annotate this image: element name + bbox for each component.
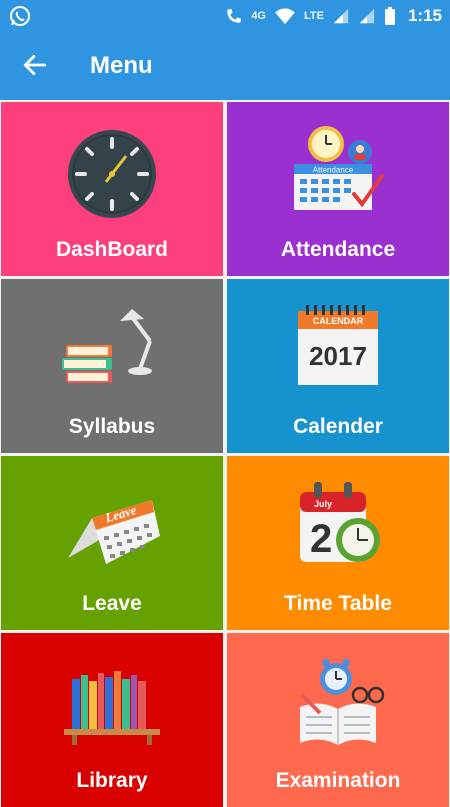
clock-time: 1:15	[407, 6, 442, 25]
call-icon	[227, 9, 242, 23]
timetable-icon-month: July	[314, 499, 332, 509]
timetable-icon: July 2	[300, 482, 380, 562]
menu-label: Examination	[275, 769, 401, 792]
calendar-icon-label: CALENDAR	[313, 316, 364, 326]
menu-label: Leave	[82, 592, 142, 615]
menu-grid: DashBoard Attendance Attendance Syllabus…	[0, 100, 450, 807]
menu-label: Calender	[293, 415, 383, 438]
timetable-icon-day: 2	[310, 517, 332, 561]
bookshelf-icon	[64, 671, 160, 745]
lte-label: LTE	[304, 10, 324, 22]
menu-tile-timetable[interactable]: July 2 Time Table	[227, 456, 449, 630]
battery-icon	[384, 7, 395, 25]
wifi-icon	[275, 8, 295, 25]
menu-tile-dashboard[interactable]: DashBoard	[1, 102, 223, 276]
menu-label: Syllabus	[68, 415, 156, 438]
back-arrow-icon[interactable]	[22, 52, 48, 78]
status-bar: 4G LTE 1:15	[0, 0, 450, 32]
signal-icon	[333, 8, 349, 24]
attendance-icon: Attendance	[294, 126, 384, 210]
menu-label: Time Table	[284, 592, 392, 615]
network-type: 4G	[251, 10, 266, 22]
leave-calendar-icon: Leave	[68, 500, 160, 564]
menu-label: Attendance	[280, 238, 396, 261]
exam-icon	[300, 659, 385, 745]
attendance-icon-text: Attendance	[313, 166, 354, 175]
app-bar: Menu	[0, 32, 450, 100]
whatsapp-icon	[10, 6, 30, 26]
books-lamp-icon	[62, 309, 152, 383]
page-title: Menu	[90, 52, 153, 79]
clock-icon	[68, 130, 156, 218]
calendar-2017-icon: CALENDAR 2017	[298, 305, 378, 385]
menu-tile-syllabus[interactable]: Syllabus	[1, 279, 223, 453]
menu-tile-calender[interactable]: CALENDAR 2017 Calender	[227, 279, 449, 453]
menu-tile-leave[interactable]: Leave Leave	[1, 456, 223, 630]
menu-tile-examination[interactable]: Examination	[227, 633, 449, 807]
menu-label: Library	[76, 769, 148, 792]
menu-label: DashBoard	[55, 238, 169, 261]
calendar-icon-year: 2017	[309, 341, 367, 371]
menu-tile-attendance[interactable]: Attendance Attendance	[227, 102, 449, 276]
signal-icon-2	[359, 8, 375, 24]
menu-tile-library[interactable]: Library	[1, 633, 223, 807]
